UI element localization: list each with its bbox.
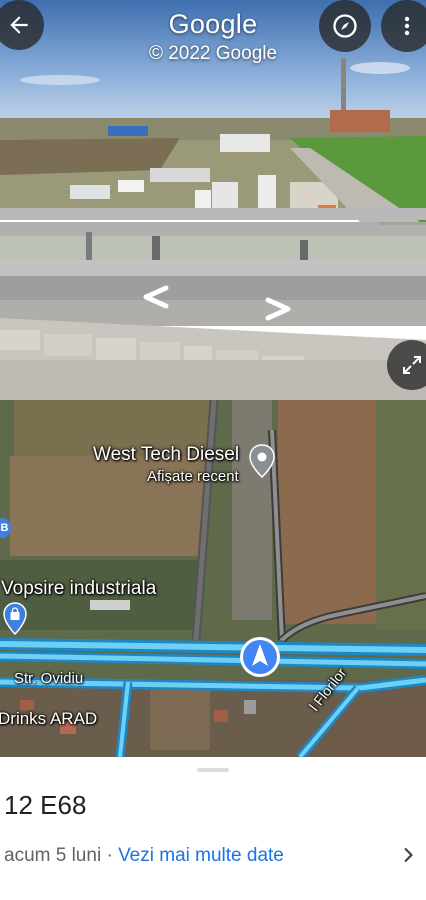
expand-icon	[403, 356, 421, 374]
capture-date-row: acum 5 luni · Vezi mai multe date	[4, 845, 284, 867]
navigation-arrow-icon	[240, 637, 280, 677]
back-arrow-icon	[10, 16, 28, 34]
chevron-right-icon[interactable]	[262, 296, 296, 322]
chevron-right-icon[interactable]	[399, 845, 419, 865]
place-name-drinks[interactable]: Drinks ARAD	[0, 709, 97, 729]
bottom-sheet[interactable]: 12 E68 acum 5 luni · Vezi mai multe date	[0, 757, 426, 900]
shopping-bag-pin-icon[interactable]	[2, 602, 28, 636]
copyright-text: © 2022 Google	[148, 43, 278, 64]
place-pin-icon[interactable]	[248, 444, 276, 478]
place-name-west-tech[interactable]: West Tech Diesel	[93, 444, 239, 466]
capture-date: acum 5 luni	[4, 845, 102, 866]
more-vert-icon	[404, 16, 410, 36]
compass-button[interactable]	[319, 0, 371, 52]
location-title: 12 E68	[4, 790, 87, 820]
drag-handle[interactable]	[197, 768, 229, 772]
place-subtitle: Afișate recent	[147, 468, 239, 485]
chevron-left-icon[interactable]	[138, 284, 172, 310]
compass-icon	[333, 14, 357, 38]
more-options-button[interactable]	[381, 0, 426, 52]
separator-dot: ·	[101, 845, 119, 866]
more-dates-link[interactable]: Vezi mai multe date	[118, 845, 284, 866]
street-label-ovidiu: Str. Ovidiu	[14, 670, 84, 687]
map-view[interactable]: West Tech Diesel Afișate recent B Vopsir…	[0, 400, 426, 757]
place-name-vopsire[interactable]: Vopsire industriala	[1, 578, 156, 600]
street-view-panorama[interactable]: Google © 2022 Google	[0, 0, 426, 400]
